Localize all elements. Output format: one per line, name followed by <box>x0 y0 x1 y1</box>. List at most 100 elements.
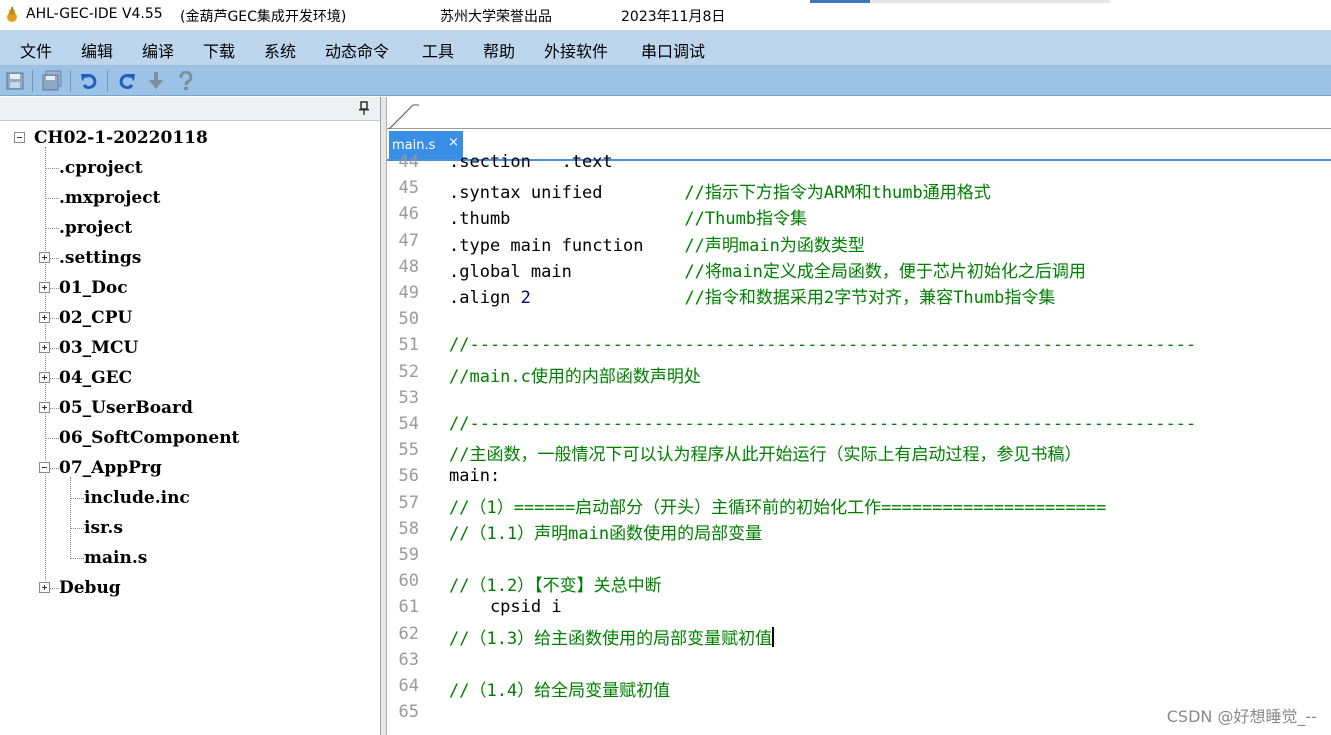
code-text: .section .text <box>449 152 613 172</box>
code-line: cpsid i <box>449 597 562 617</box>
close-icon[interactable]: × <box>448 135 459 150</box>
menu-system[interactable]: 系统 <box>264 38 296 62</box>
tree-connector <box>70 558 84 559</box>
code-text: .thumb <box>449 209 685 230</box>
tree-connector <box>70 477 71 557</box>
code-editor[interactable]: 44 .section .text 45 .syntax unified //指示下方… <box>387 152 1331 735</box>
code-line: //--------------------------------------… <box>449 414 1196 434</box>
line-number: 45 <box>398 178 419 199</box>
expand-icon[interactable] <box>39 582 50 593</box>
window-title-desc: (金葫芦GEC集成开发环境) <box>180 9 347 25</box>
expand-icon[interactable] <box>39 312 50 323</box>
menu-edit[interactable]: 编辑 <box>81 38 113 62</box>
line-number: 55 <box>398 440 419 461</box>
save-icon <box>6 72 24 90</box>
toolbar-separator <box>32 70 33 92</box>
tree-connector <box>45 168 59 169</box>
tree-connector <box>45 198 59 199</box>
line-number: 51 <box>398 335 419 356</box>
window-title-app: AHL-GEC-IDE V4.55 <box>26 6 163 22</box>
code-comment: //（1.3）给主函数使用的局部变量赋初值 <box>449 628 773 649</box>
pin-icon[interactable] <box>358 101 370 115</box>
code-comment: //Thumb指令集 <box>684 209 808 230</box>
code-line: .syntax unified //指示下方指令为ARM和thumb通用格式 <box>449 178 991 203</box>
undo-button[interactable] <box>77 69 101 93</box>
line-number: 46 <box>398 204 419 225</box>
code-line: //（1.4）给全局变量赋初值 <box>449 676 670 701</box>
tree-node-label: 07_AppPrg <box>59 458 162 478</box>
line-number: 49 <box>398 283 419 303</box>
code-text: cpsid i <box>449 597 562 618</box>
toolbar <box>0 66 1331 96</box>
window-title-org: 苏州大学荣誉出品 <box>440 9 552 25</box>
toolbar-separator <box>70 70 71 92</box>
line-number: 63 <box>398 649 419 670</box>
menu-dynamic-command[interactable]: 动态命令 <box>325 38 389 62</box>
tree-connector <box>70 528 84 529</box>
line-number: 64 <box>398 676 419 696</box>
tab-overflow-icon[interactable] <box>387 101 419 129</box>
expand-icon[interactable] <box>39 372 50 383</box>
line-number: 50 <box>398 309 419 330</box>
menu-file[interactable]: 文件 <box>20 38 52 62</box>
project-tree-panel: CH02-1-20220118 .cproject .mxproject .proj… <box>0 97 381 735</box>
code-text: .syntax unified <box>449 183 685 204</box>
expand-icon[interactable] <box>39 402 50 413</box>
code-comment: //（1.1）声明main函数使用的局部变量 <box>449 523 763 544</box>
tree-node-label: .settings <box>59 248 142 268</box>
download-button[interactable] <box>144 69 168 93</box>
code-comment: //主函数，一般情况下可以认为程序从此开始运行（实际上有启动过程，参见书稿） <box>449 445 1082 466</box>
code-text: main: <box>449 466 501 487</box>
code-padding <box>531 288 685 308</box>
tree-connector <box>45 438 59 439</box>
line-number: 57 <box>398 492 419 513</box>
save-button[interactable] <box>3 69 27 93</box>
line-number: 48 <box>398 256 419 277</box>
line-number: 62 <box>398 623 419 644</box>
code-comment: //（1.4）给全局变量赋初值 <box>449 681 671 701</box>
expand-icon[interactable] <box>39 342 50 353</box>
redo-button[interactable] <box>115 69 139 93</box>
line-number: 65 <box>398 702 419 723</box>
code-comment: //声明main为函数类型 <box>684 235 865 256</box>
tree-node-label: .project <box>59 218 133 238</box>
line-number: 60 <box>398 571 419 592</box>
menu-external-software[interactable]: 外接软件 <box>544 38 608 62</box>
code-comment: //（1）======启动部分（开头）主循环前的初始化工作===========… <box>449 497 1107 518</box>
menu-download[interactable]: 下载 <box>203 38 235 62</box>
menu-help[interactable]: 帮助 <box>483 38 515 62</box>
code-line: //（1.2）【不变】关总中断 <box>449 571 662 596</box>
expand-icon[interactable] <box>39 282 50 293</box>
expand-icon[interactable] <box>39 252 50 263</box>
tree-node-label: 01_Doc <box>59 278 128 298</box>
menu-tools[interactable]: 工具 <box>422 38 454 62</box>
code-line: main: <box>449 466 500 486</box>
code-text: .type main function <box>449 235 685 256</box>
code-comment: //将main定义成全局函数，便于芯片初始化之后调用 <box>684 261 1086 282</box>
tree-root-label: CH02-1-20220118 <box>34 128 208 148</box>
line-number: 54 <box>398 414 419 434</box>
collapse-icon[interactable] <box>39 462 50 473</box>
code-line: .align 2 //指令和数据采用2字节对齐，兼容Thumb指令集 <box>449 283 1055 308</box>
tree-node-label: 02_CPU <box>59 308 133 328</box>
tree-node-label: .cproject <box>59 158 143 178</box>
tree-node-label: Debug <box>59 578 121 598</box>
tree-node-label: main.s <box>84 548 148 568</box>
tab-strip-top <box>387 97 1331 129</box>
tree-node-label: 04_GEC <box>59 368 133 388</box>
menu-serial-debug[interactable]: 串口调试 <box>641 38 705 62</box>
help-button[interactable] <box>174 69 198 93</box>
code-line: //主函数，一般情况下可以认为程序从此开始运行（实际上有启动过程，参见书稿） <box>449 440 1081 465</box>
collapse-icon[interactable] <box>14 132 25 143</box>
code-line: .type main function //声明main为函数类型 <box>449 231 865 256</box>
code-comment: //指示下方指令为ARM和thumb通用格式 <box>684 183 991 204</box>
tree-connector <box>45 147 46 587</box>
code-comment: //main.c使用的内部函数声明处 <box>449 366 701 387</box>
code-comment: //--------------------------------------… <box>449 335 1197 356</box>
save-all-button[interactable] <box>40 69 64 93</box>
code-line: //（1.1）声明main函数使用的局部变量 <box>449 519 762 544</box>
code-number: 2 <box>520 288 531 308</box>
code-line: //main.c使用的内部函数声明处 <box>449 362 701 387</box>
menu-compile[interactable]: 编译 <box>142 38 174 62</box>
code-line: //（1.3）给主函数使用的局部变量赋初值 <box>449 624 775 649</box>
